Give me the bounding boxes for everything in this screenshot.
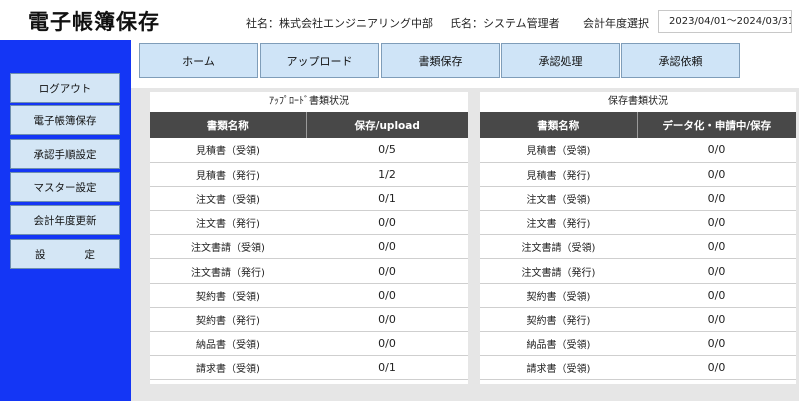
tab-approval-request[interactable]: 承認依頼 <box>621 43 740 78</box>
table-row: 注文書請（受領) 0/0 <box>150 234 468 260</box>
table-row: 契約書（受領) 0/0 <box>150 283 468 308</box>
tab-home[interactable]: ホーム <box>139 43 258 78</box>
tab-approval-processing[interactable]: 承認処理 <box>501 43 620 78</box>
sidebar-item-ebook-storage[interactable]: 電子帳簿保存 <box>10 105 120 135</box>
app-header: 電子帳簿保存 社名：株式会社エンジニアリング中部 氏名：システム管理者 会計年度… <box>0 0 799 40</box>
document-name-cell: 注文書請（受領) <box>150 234 306 260</box>
document-count-cell: 0/0 <box>637 186 796 212</box>
column-header: 保存/upload <box>306 112 468 138</box>
document-count-cell: 0/0 <box>637 234 796 260</box>
document-name-cell: 注文書（発行) <box>480 210 637 236</box>
document-name-cell: 納品書（受領) <box>480 331 637 357</box>
table-row: 注文書請（受領) 0/0 <box>480 234 796 260</box>
table-row: 請求書（受領) 0/1 <box>150 355 468 381</box>
document-name-cell: 契約書（発行) <box>150 307 306 333</box>
table-row: 注文書（受領) 0/1 <box>150 186 468 212</box>
document-name-cell: 注文書請（受領) <box>480 234 637 260</box>
document-name-cell: 契約書（発行) <box>480 307 637 333</box>
document-count-cell: 0/0 <box>637 283 796 308</box>
tab-upload[interactable]: アップロード <box>260 43 379 78</box>
document-count-cell: 0/0 <box>306 307 468 333</box>
table-row: 注文書（受領) 0/0 <box>480 186 796 212</box>
sidebar-item-approval-procedure[interactable]: 承認手順設定 <box>10 139 120 169</box>
table-row: 契約書（発行) 0/0 <box>480 307 796 333</box>
company-name: 社名：株式会社エンジニアリング中部 <box>246 17 433 30</box>
top-nav: ホーム アップロード 書類保存 承認処理 承認依頼 <box>131 40 799 88</box>
tab-document-storage[interactable]: 書類保存 <box>381 43 500 78</box>
storage-status-table: 書類名称 データ化・申請中/保存 見積書（受領) 0/0 見積書（発行) 0/0 注文書… <box>480 112 796 381</box>
document-count-cell: 0/0 <box>306 210 468 236</box>
document-name-cell: 注文書（受領) <box>150 186 306 212</box>
column-header: 書類名称 <box>480 112 638 138</box>
document-name-cell: 納品書（受領) <box>150 331 306 357</box>
table-row: 見積書（発行) 1/2 <box>150 162 468 187</box>
document-name-cell: 注文書請（発行) <box>480 258 637 284</box>
sidebar-item-fiscal-year-update[interactable]: 会計年度更新 <box>10 205 120 235</box>
table-row: 見積書（発行) 0/0 <box>480 162 796 187</box>
column-header: 書類名称 <box>150 112 307 138</box>
document-count-cell: 0/1 <box>306 355 468 381</box>
sidebar-item-master-settings[interactable]: マスター設定 <box>10 172 120 202</box>
document-name-cell: 見積書（受領) <box>480 138 637 163</box>
document-count-cell: 0/0 <box>637 258 796 284</box>
document-name-cell: 見積書（受領) <box>150 138 306 163</box>
document-count-cell: 0/0 <box>306 234 468 260</box>
app-title: 電子帳簿保存 <box>28 10 160 34</box>
document-count-cell: 1/2 <box>306 162 468 187</box>
document-count-cell: 0/0 <box>637 162 796 187</box>
table-row: 契約書（発行) 0/0 <box>150 307 468 333</box>
document-name-cell: 注文書請（発行) <box>150 258 306 284</box>
settings-label-right: 定 <box>84 248 96 261</box>
table-row: 注文書請（発行) 0/0 <box>150 258 468 284</box>
document-name-cell: 契約書（受領) <box>150 283 306 308</box>
document-count-cell: 0/0 <box>306 258 468 284</box>
table-header-row: 書類名称 保存/upload <box>150 112 468 138</box>
upload-panel-title: ｱｯﾌﾟﾛｰﾄﾞ書類状況 <box>269 96 349 107</box>
document-count-cell: 0/0 <box>637 331 796 357</box>
fiscal-year-label: 会計年度選択 <box>583 17 649 30</box>
logout-button[interactable]: ログアウト <box>10 73 120 103</box>
table-row: 納品書（受領) 0/0 <box>480 331 796 357</box>
table-row: 見積書（受領) 0/0 <box>480 138 796 163</box>
storage-panel-title: 保存書類状況 <box>608 96 668 107</box>
sidebar: ログアウト 電子帳簿保存 承認手順設定 マスター設定 会計年度更新 設 定 <box>0 40 131 401</box>
table-row: 契約書（受領) 0/0 <box>480 283 796 308</box>
storage-status-panel: 保存書類状況 書類名称 データ化・申請中/保存 見積書（受領) 0/0 見積書（発行… <box>480 92 796 384</box>
column-header: データ化・申請中/保存 <box>637 112 796 138</box>
document-count-cell: 0/0 <box>637 307 796 333</box>
settings-label-left: 設 <box>35 248 46 261</box>
table-row: 請求書（受領) 0/0 <box>480 355 796 381</box>
upload-status-table: 書類名称 保存/upload 見積書（受領) 0/5 見積書（発行) 1/2 注文書（受… <box>150 112 468 381</box>
table-row: 注文書（発行) 0/0 <box>150 210 468 236</box>
document-name-cell: 注文書（発行) <box>150 210 306 236</box>
document-count-cell: 0/0 <box>637 355 796 381</box>
table-header-row: 書類名称 データ化・申請中/保存 <box>480 112 796 138</box>
document-count-cell: 0/5 <box>306 138 468 163</box>
table-row: 見積書（受領) 0/5 <box>150 138 468 163</box>
document-name-cell: 契約書（受領) <box>480 283 637 308</box>
document-name-cell: 注文書（受領) <box>480 186 637 212</box>
document-name-cell: 請求書（受領) <box>480 355 637 381</box>
document-count-cell: 0/0 <box>306 331 468 357</box>
user-name: 氏名：システム管理者 <box>450 17 560 30</box>
table-row: 注文書（発行) 0/0 <box>480 210 796 236</box>
upload-status-panel: ｱｯﾌﾟﾛｰﾄﾞ書類状況 書類名称 保存/upload 見積書（受領) 0/5 見積… <box>150 92 468 384</box>
table-row: 注文書請（発行) 0/0 <box>480 258 796 284</box>
document-name-cell: 請求書（受領) <box>150 355 306 381</box>
document-count-cell: 0/0 <box>637 138 796 163</box>
table-row: 納品書（受領) 0/0 <box>150 331 468 357</box>
document-count-cell: 0/1 <box>306 186 468 212</box>
document-name-cell: 見積書（発行) <box>150 162 306 187</box>
document-count-cell: 0/0 <box>306 283 468 308</box>
document-name-cell: 見積書（発行) <box>480 162 637 187</box>
sidebar-item-settings[interactable]: 設 定 <box>10 239 120 269</box>
fiscal-year-select[interactable]: 2023/04/01〜2024/03/31 <box>658 10 792 33</box>
document-count-cell: 0/0 <box>637 210 796 236</box>
